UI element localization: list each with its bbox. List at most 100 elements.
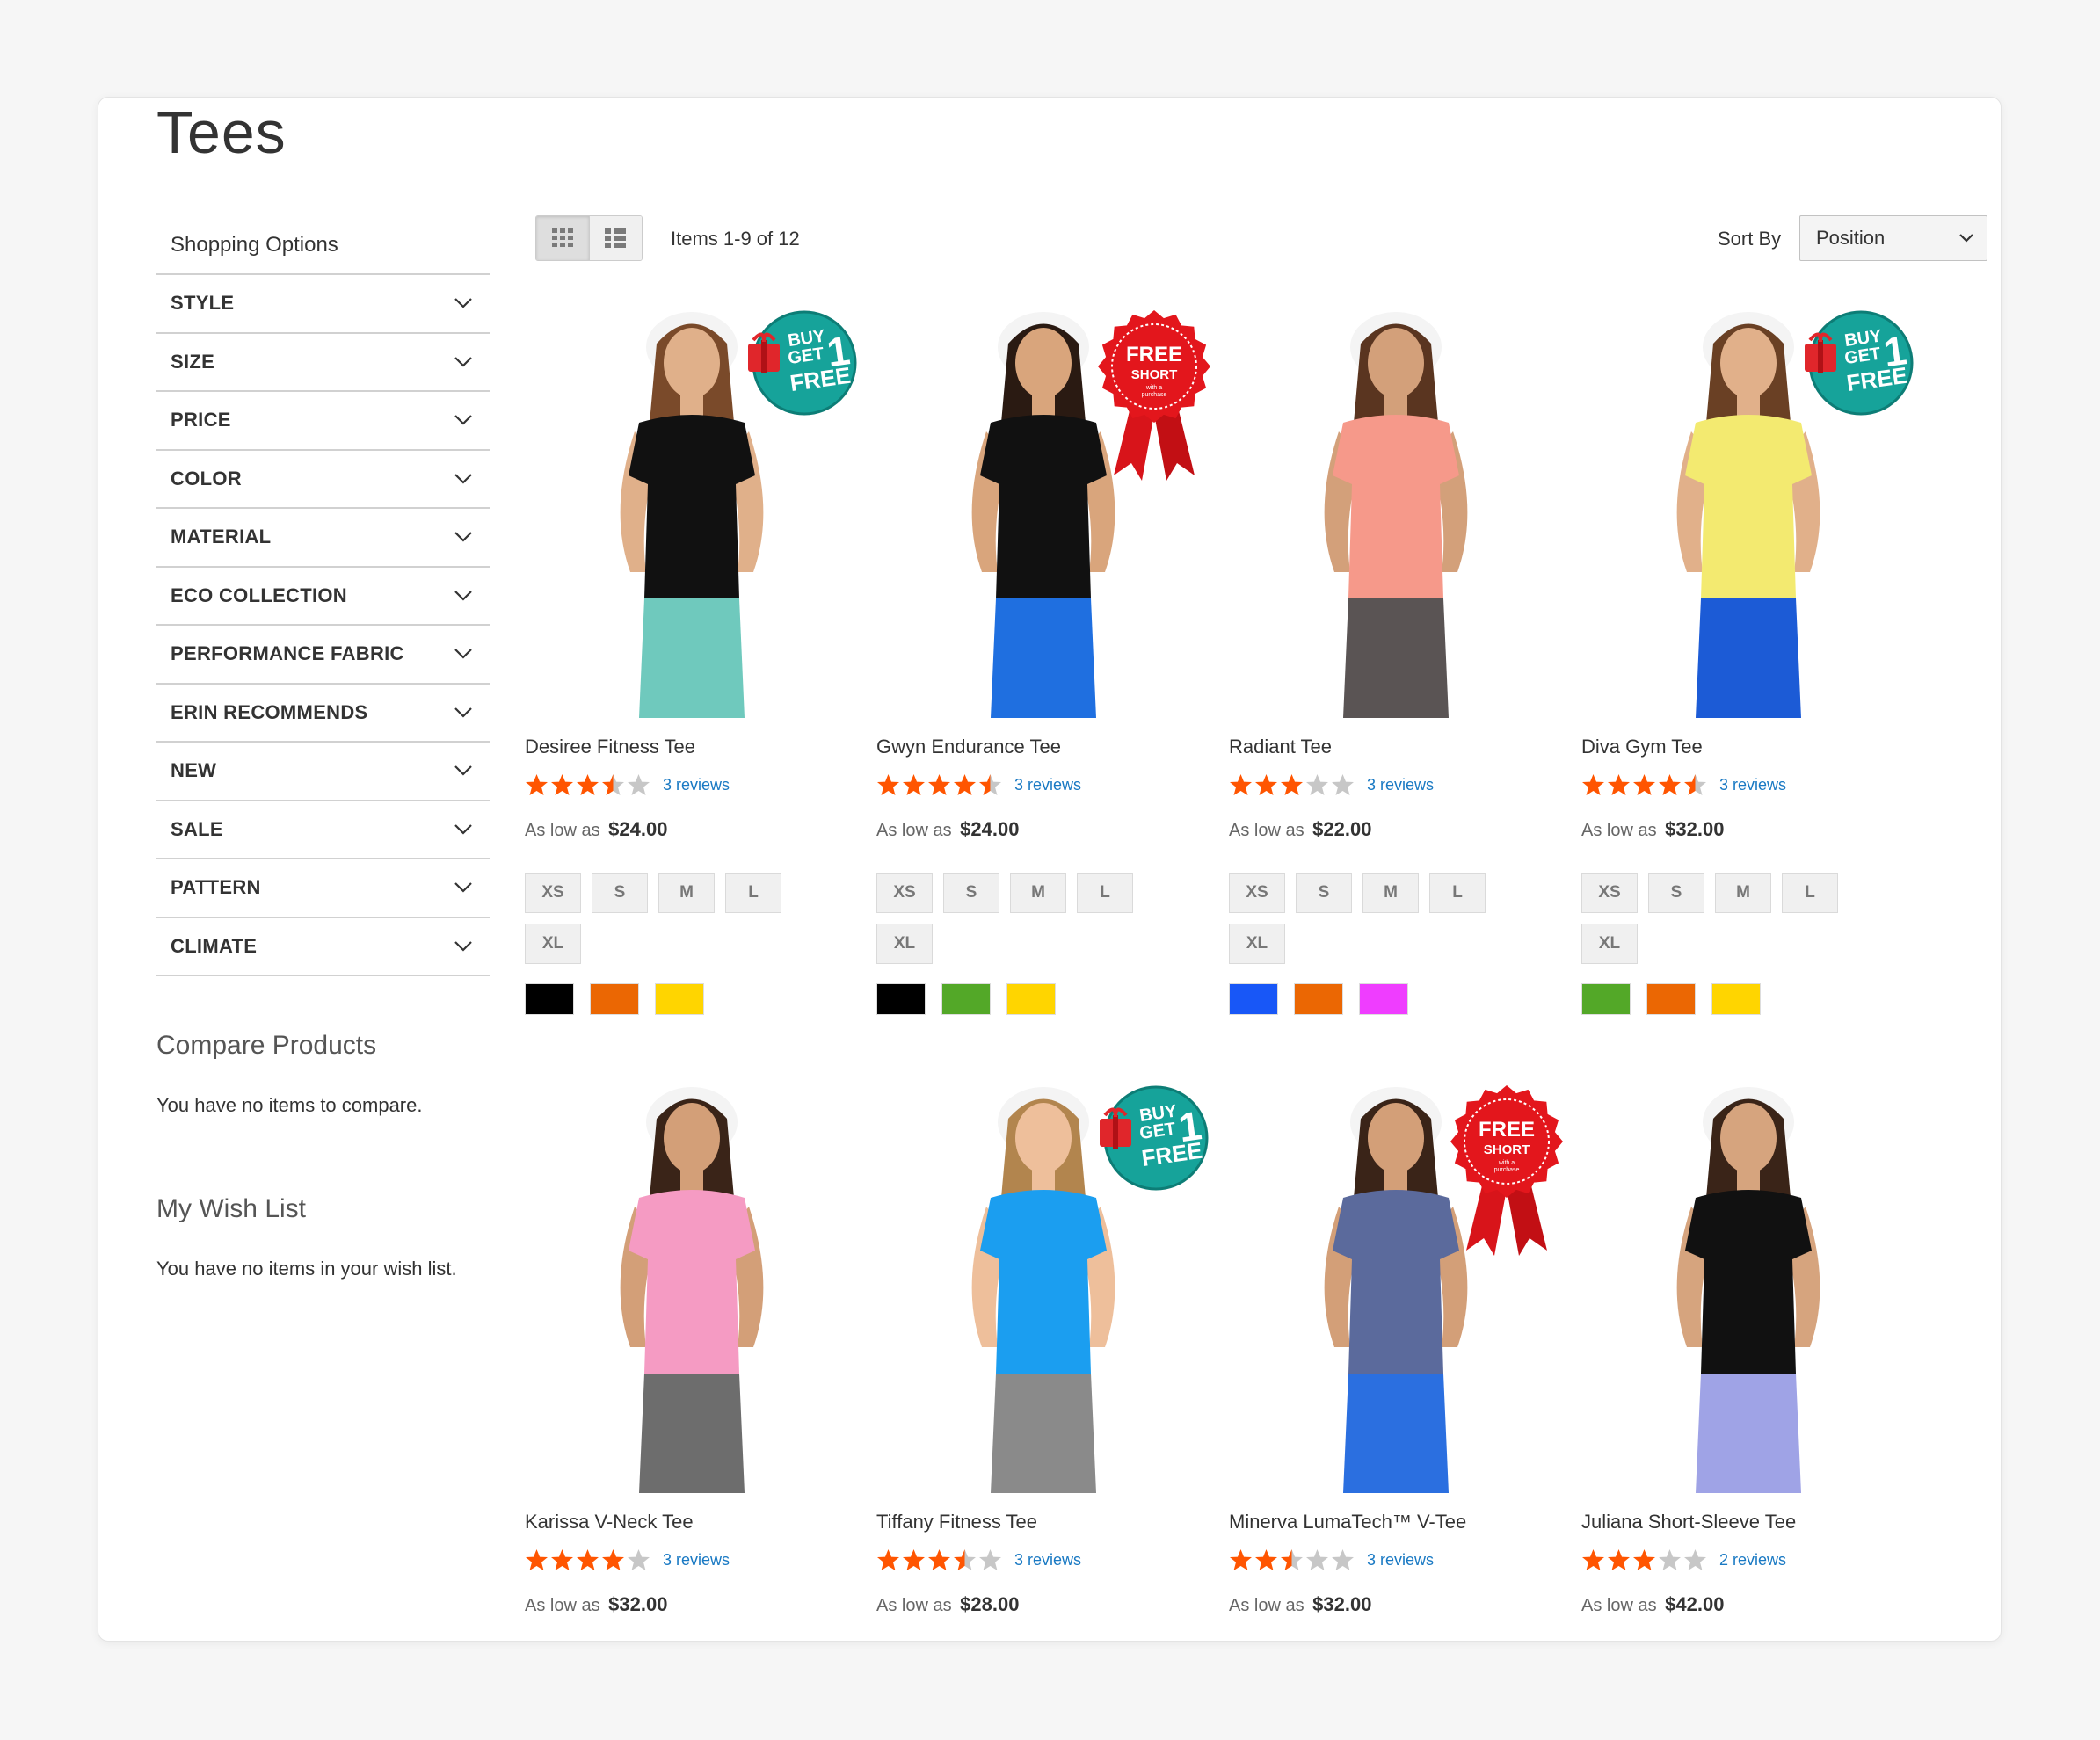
product-image[interactable]: BUY GET 1 FREE [876,1084,1210,1493]
product-image[interactable]: FREE SHORT with a purchase [1229,1084,1563,1493]
filter-eco-collection[interactable]: ECO COLLECTION [156,568,490,626]
star-icon [1306,1549,1328,1570]
filter-price[interactable]: PRICE [156,392,490,451]
size-swatch-s[interactable]: S [592,873,648,913]
filter-style[interactable]: STYLE [156,275,490,334]
size-swatch-xl[interactable]: XL [876,924,933,964]
size-swatch-xs[interactable]: XS [525,873,581,913]
star-icon [1255,1549,1277,1570]
star-icon [954,1549,976,1570]
product-name-link[interactable]: Radiant Tee [1229,736,1563,758]
product-image[interactable]: BUY GET 1 FREE [1581,308,1915,718]
size-swatch-l[interactable]: L [725,873,781,913]
product-name-link[interactable]: Gwyn Endurance Tee [876,736,1210,758]
product-name-link[interactable]: Desiree Fitness Tee [525,736,859,758]
size-swatch-l[interactable]: L [1782,873,1838,913]
grid-icon [551,228,573,247]
color-swatch[interactable] [1646,983,1696,1015]
star-icon [1230,774,1252,795]
reviews-link[interactable]: 3 reviews [1014,776,1081,794]
product-name-link[interactable]: Minerva LumaTech™ V-Tee [1229,1511,1563,1533]
filter-pattern[interactable]: PATTERN [156,859,490,918]
product-name-link[interactable]: Tiffany Fitness Tee [876,1511,1210,1533]
chevron-down-icon [454,765,472,776]
star-icon [1332,1549,1354,1570]
filter-size[interactable]: SIZE [156,334,490,392]
size-swatch-xs[interactable]: XS [876,873,933,913]
size-swatch-xl[interactable]: XL [1229,924,1285,964]
size-swatch-s[interactable]: S [943,873,999,913]
sort-by-select[interactable]: Position [1799,215,1987,261]
filter-new[interactable]: NEW [156,743,490,801]
color-swatch[interactable] [655,983,704,1015]
filter-climate[interactable]: CLIMATE [156,918,490,976]
color-swatch[interactable] [525,983,574,1015]
filter-sale[interactable]: SALE [156,801,490,859]
size-swatch-xs[interactable]: XS [1581,873,1638,913]
color-swatch[interactable] [1359,983,1408,1015]
color-swatch[interactable] [1581,983,1631,1015]
size-swatch-xs[interactable]: XS [1229,873,1285,913]
size-swatch-m[interactable]: M [1362,873,1419,913]
product-image[interactable] [525,1084,859,1493]
star-icon [577,774,599,795]
product-image[interactable] [1581,1084,1915,1493]
product-image[interactable] [1229,308,1563,718]
color-swatch[interactable] [1229,983,1278,1015]
product-image[interactable]: FREE SHORT with a purchase [876,308,1210,718]
size-swatch-xl[interactable]: XL [525,924,581,964]
product-name-link[interactable]: Karissa V-Neck Tee [525,1511,859,1533]
price-prefix: As low as [525,1596,600,1615]
product-rating: 3 reviews [525,772,859,797]
color-swatch[interactable] [590,983,639,1015]
size-swatch-l[interactable]: L [1429,873,1486,913]
chevron-down-icon [454,823,472,835]
buy-one-get-one-badge: BUYGET1FREE [1100,1085,1209,1191]
color-swatch[interactable] [876,983,926,1015]
product-name-link[interactable]: Juliana Short-Sleeve Tee [1581,1511,1915,1533]
size-swatch-s[interactable]: S [1648,873,1704,913]
chevron-down-icon [454,882,472,893]
reviews-link[interactable]: 3 reviews [1014,1551,1081,1570]
chevron-down-icon [1959,234,1973,243]
filter-material[interactable]: MATERIAL [156,509,490,568]
star-icon [628,774,650,795]
size-swatches: XS S M L XL [876,873,1158,964]
color-swatch[interactable] [1006,983,1056,1015]
filter-erin-recommends[interactable]: ERIN RECOMMENDS [156,685,490,743]
color-swatch[interactable] [941,983,991,1015]
reviews-link[interactable]: 3 reviews [1367,1551,1434,1570]
reviews-link[interactable]: 3 reviews [663,1551,730,1570]
filter-performance-fabric[interactable]: PERFORMANCE FABRIC [156,626,490,685]
color-swatches [1229,983,1563,1015]
list-view-button[interactable] [588,216,642,260]
page-title: Tees [156,99,287,166]
grid-view-button[interactable] [536,216,589,260]
reviews-link[interactable]: 3 reviews [663,776,730,794]
price-prefix: As low as [1581,1596,1657,1615]
page-frame: Tees Shopping Options STYLE SIZE PRICE COLO… [98,97,2002,1642]
product-image[interactable]: BUY GET 1 FREE [525,308,859,718]
price-value: $32.00 [608,1593,668,1615]
reviews-link[interactable]: 3 reviews [1367,776,1434,794]
product-photo-model [525,1084,859,1493]
size-swatch-l[interactable]: L [1077,873,1133,913]
chevron-down-icon [454,940,472,952]
product-name-link[interactable]: Diva Gym Tee [1581,736,1915,758]
size-swatch-m[interactable]: M [1010,873,1066,913]
star-icon [602,774,624,795]
color-swatch[interactable] [1294,983,1343,1015]
filter-color[interactable]: COLOR [156,451,490,509]
reviews-link[interactable]: 3 reviews [1719,776,1786,794]
color-swatch[interactable] [1711,983,1761,1015]
size-swatch-m[interactable]: M [1715,873,1771,913]
reviews-link[interactable]: 2 reviews [1719,1551,1786,1570]
price-value: $28.00 [960,1593,1020,1615]
size-swatch-m[interactable]: M [658,873,715,913]
product-price: As low as $24.00 [876,818,1210,841]
size-swatch-s[interactable]: S [1296,873,1352,913]
star-icon [628,1549,650,1570]
product-price: As low as $32.00 [1229,1593,1563,1616]
size-swatch-xl[interactable]: XL [1581,924,1638,964]
star-icon [577,1549,599,1570]
